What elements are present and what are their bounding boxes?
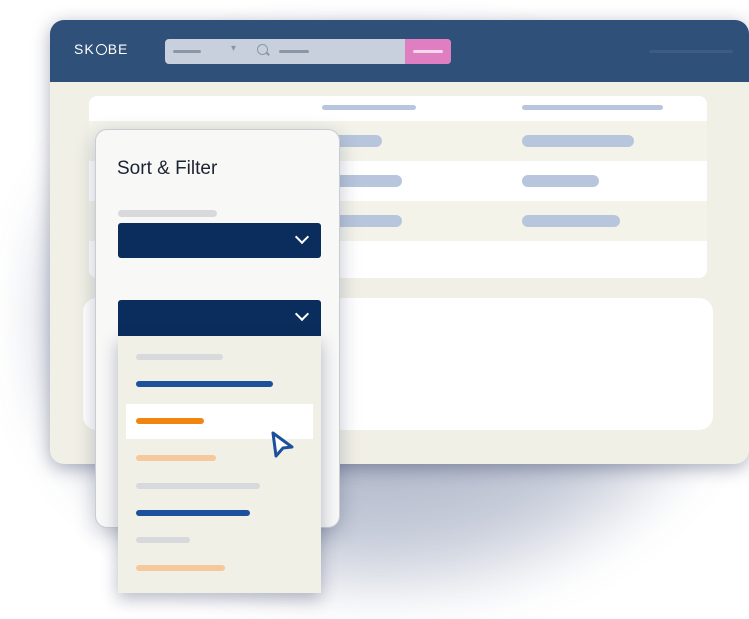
search-category-select[interactable]	[173, 50, 201, 53]
column-header[interactable]	[322, 105, 416, 110]
table-cell	[522, 135, 634, 147]
skribe-logo[interactable]: SK BE	[74, 41, 128, 57]
search-bar: ▾	[165, 39, 451, 64]
panel-title: Sort & Filter	[117, 158, 218, 179]
dropdown-option-label	[136, 418, 204, 424]
top-navigation-bar: SK BE ▾	[50, 20, 749, 82]
dropdown-option[interactable]	[136, 537, 190, 543]
search-button[interactable]	[405, 39, 451, 64]
dropdown-option[interactable]	[136, 381, 273, 387]
filter-label	[118, 210, 217, 217]
search-icon	[257, 44, 268, 55]
table-cell	[522, 215, 620, 227]
dropdown-option[interactable]	[136, 455, 216, 461]
dropdown-option[interactable]	[136, 354, 223, 360]
pointer-cursor-icon	[271, 431, 294, 458]
logo-magnifier-icon	[95, 44, 107, 55]
dropdown-option[interactable]	[136, 510, 250, 516]
sort-select[interactable]	[118, 223, 321, 258]
table-cell	[522, 175, 599, 187]
chevron-down-icon[interactable]: ▾	[231, 43, 236, 54]
column-header[interactable]	[522, 105, 663, 110]
chevron-down-icon	[294, 306, 310, 322]
filter-select-open[interactable]	[118, 300, 321, 336]
chevron-down-icon	[294, 229, 310, 245]
search-button-label	[413, 50, 443, 53]
user-menu[interactable]	[649, 50, 733, 53]
dropdown-option[interactable]	[136, 565, 225, 571]
filter-dropdown-list	[118, 336, 321, 593]
search-input[interactable]	[279, 50, 309, 53]
dropdown-option[interactable]	[136, 483, 260, 489]
